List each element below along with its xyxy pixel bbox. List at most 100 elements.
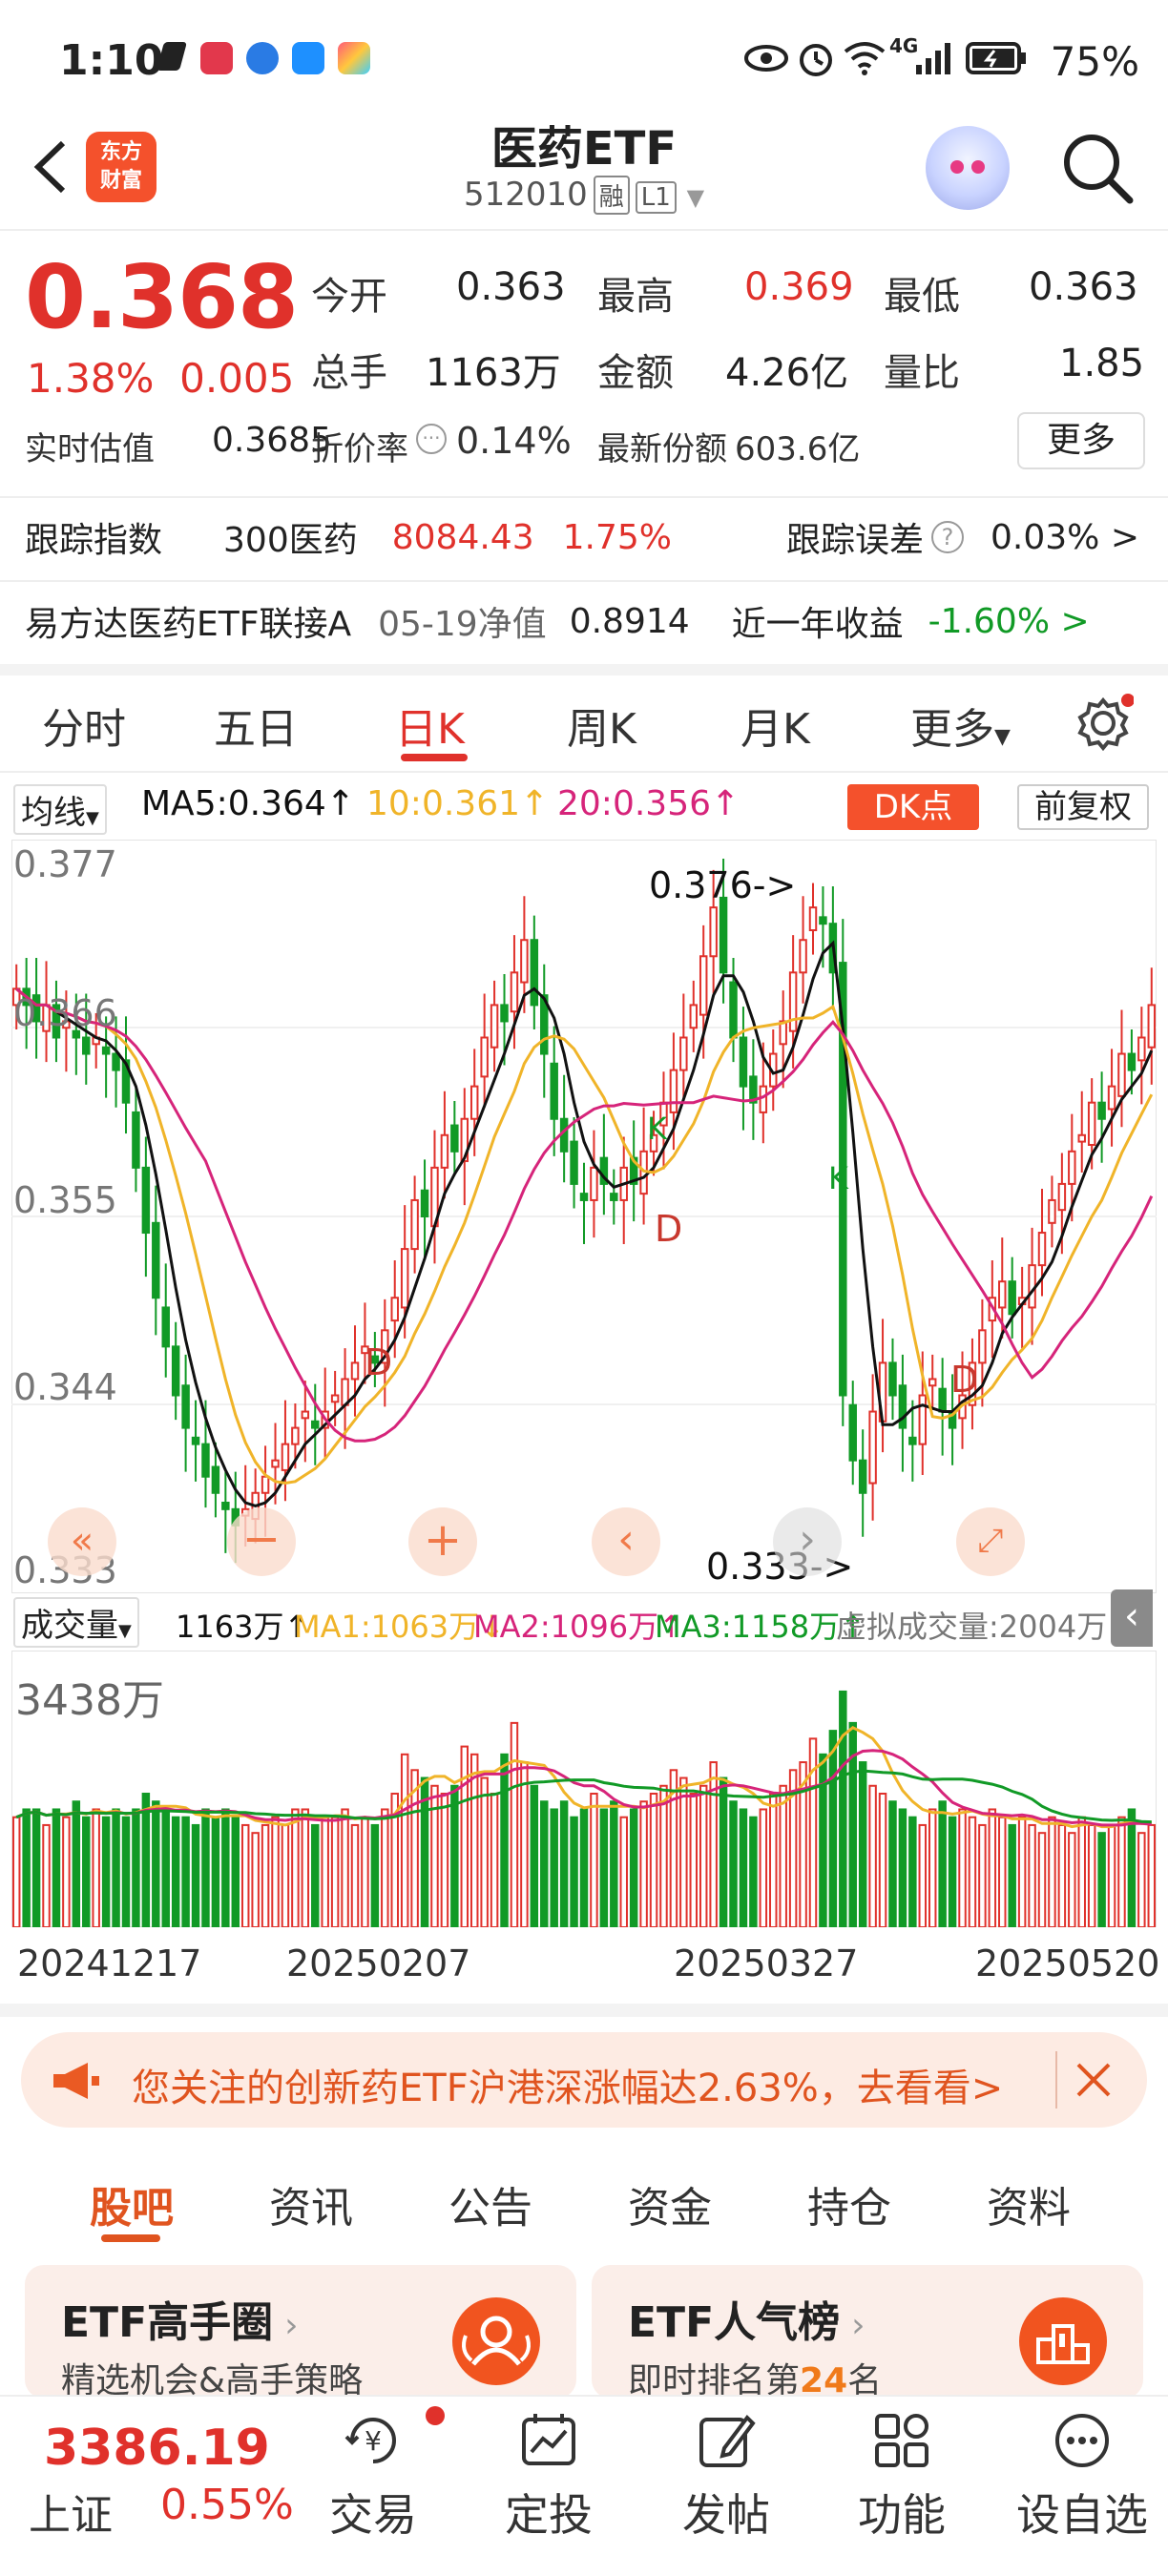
tab-news[interactable]: 资讯 bbox=[269, 2173, 353, 2234]
scroll-left-icon[interactable]: ‹ bbox=[592, 1507, 660, 1576]
card-title-text: ETF人气榜 bbox=[628, 2298, 841, 2347]
fullscreen-icon[interactable]: ⤢ bbox=[956, 1507, 1025, 1576]
nav-trade[interactable]: ¥ 交易 bbox=[311, 2410, 435, 2544]
rewind-icon[interactable]: « bbox=[48, 1507, 116, 1576]
index-value[interactable]: 3386.19 bbox=[44, 2420, 270, 2477]
nav-trade-label: 交易 bbox=[329, 2489, 417, 2541]
zoom-in-icon[interactable]: + bbox=[408, 1507, 477, 1576]
volume-bar bbox=[719, 1776, 728, 1927]
candle-body bbox=[510, 971, 519, 1013]
candle-body bbox=[998, 1280, 1007, 1309]
signal-icon bbox=[916, 43, 950, 74]
search-icon[interactable] bbox=[1059, 130, 1136, 206]
index-name[interactable]: 上证 bbox=[29, 2481, 113, 2542]
section-gap bbox=[0, 2004, 1168, 2017]
tab-monthly-k[interactable]: 月K bbox=[740, 695, 810, 756]
tracking-index-row[interactable]: 跟踪指数 300医药 8084.43 1.75% bbox=[25, 513, 672, 561]
volume-ratio-value: 1.85 bbox=[1059, 342, 1145, 385]
volume-bar bbox=[639, 1800, 648, 1927]
tab-daily-k[interactable]: 日K bbox=[395, 695, 465, 756]
nav-add-watchlist[interactable]: 设自选 bbox=[1015, 2410, 1149, 2544]
volume-bar bbox=[928, 1808, 937, 1927]
volume-bar bbox=[868, 1784, 877, 1927]
candle-body bbox=[152, 1221, 160, 1299]
volume-bar bbox=[1107, 1823, 1116, 1927]
security-code: 512010 bbox=[463, 176, 588, 214]
candle-body bbox=[1107, 1085, 1116, 1111]
amount-value: 4.26亿 bbox=[725, 351, 849, 395]
candle-body bbox=[848, 1403, 857, 1462]
gear-icon[interactable] bbox=[1074, 693, 1134, 752]
candle-body bbox=[978, 1329, 987, 1364]
divider bbox=[0, 496, 1168, 498]
volume-bar bbox=[1127, 1808, 1137, 1927]
d-marker: D bbox=[950, 1359, 979, 1401]
low-value: 0.363 bbox=[1029, 265, 1138, 309]
candle-body bbox=[669, 1069, 678, 1113]
volume-bar bbox=[550, 1808, 558, 1927]
candle-body bbox=[799, 939, 807, 974]
volume-bar bbox=[52, 1808, 61, 1927]
volume-bar bbox=[998, 1816, 1007, 1927]
volume-bar bbox=[191, 1823, 200, 1927]
nav-post[interactable]: 发帖 bbox=[664, 2410, 788, 2544]
tab-forum[interactable]: 股吧 bbox=[90, 2173, 174, 2234]
candlestick-chart[interactable] bbox=[11, 840, 1157, 1593]
volume-bar bbox=[1017, 1816, 1027, 1927]
volume-bar bbox=[251, 1832, 260, 1927]
candle-body bbox=[480, 1036, 489, 1078]
candle-body bbox=[1087, 1101, 1096, 1147]
tab-more[interactable]: 更多▼ bbox=[910, 695, 1011, 756]
nav-functions[interactable]: 功能 bbox=[840, 2410, 964, 2544]
assistant-robot-icon[interactable] bbox=[926, 126, 1010, 210]
k-marker: K bbox=[647, 1111, 667, 1147]
expert-circle-icon bbox=[452, 2297, 540, 2385]
tab-weekly-k[interactable]: 周K bbox=[567, 695, 636, 756]
candle-body bbox=[1057, 1182, 1067, 1212]
linked-nav-value: 0.8914 bbox=[569, 601, 690, 641]
zoom-out-icon[interactable]: − bbox=[227, 1507, 296, 1576]
candle-body bbox=[1097, 1101, 1106, 1120]
tab-five-day[interactable]: 五日 bbox=[214, 695, 298, 756]
dk-point-button[interactable]: DK点 bbox=[847, 784, 979, 830]
volume-bar bbox=[510, 1721, 519, 1927]
volume-bar bbox=[649, 1793, 658, 1927]
collapse-panel-icon[interactable]: ‹ bbox=[1111, 1589, 1153, 1647]
tab-announcements[interactable]: 公告 bbox=[448, 2173, 532, 2234]
indicator-selector[interactable]: 均线▼ bbox=[13, 784, 107, 835]
share-label: 最新份额 bbox=[597, 430, 727, 468]
volume-bar bbox=[171, 1816, 180, 1927]
linked-fund-row[interactable]: 易方达医药ETF联接A 05-19净值 0.8914 近一年收益 -1.60% … bbox=[25, 597, 1090, 645]
app-notification-icon bbox=[246, 42, 279, 74]
candle-body bbox=[1137, 1036, 1146, 1062]
volume-bar bbox=[281, 1823, 290, 1927]
tracking-error-row[interactable]: 跟踪误差 ? 0.03% > bbox=[786, 513, 1139, 561]
candle-body bbox=[928, 1378, 937, 1387]
d-marker: D bbox=[655, 1208, 683, 1250]
x-tick-label: 20250520 bbox=[975, 1942, 1160, 1984]
tab-holdings[interactable]: 持仓 bbox=[807, 2173, 891, 2234]
tab-capital[interactable]: 资金 bbox=[628, 2173, 712, 2234]
tab-profile[interactable]: 资料 bbox=[987, 2173, 1071, 2234]
adjust-button[interactable]: 前复权 bbox=[1017, 784, 1149, 830]
nav-fixed-invest[interactable]: 定投 bbox=[487, 2410, 611, 2544]
nav-add-watchlist-label: 设自选 bbox=[1016, 2489, 1148, 2541]
volume-chart[interactable] bbox=[11, 1651, 1157, 1927]
volume-indicator-selector[interactable]: 成交量▼ bbox=[13, 1597, 139, 1648]
more-button[interactable]: 更多 bbox=[1017, 412, 1145, 469]
candle-body bbox=[161, 1306, 170, 1348]
d-marker: D bbox=[365, 1341, 393, 1383]
candle-body bbox=[271, 1459, 280, 1468]
card-title: ETF高手圈 › bbox=[61, 2288, 299, 2349]
close-icon[interactable] bbox=[1073, 2059, 1115, 2101]
index-pct[interactable]: 0.55% bbox=[160, 2481, 294, 2529]
tracking-index-name: 300医药 bbox=[223, 521, 358, 560]
tracking-index-value: 8084.43 bbox=[391, 517, 534, 557]
notification-dot bbox=[426, 2406, 445, 2425]
tab-intraday[interactable]: 分时 bbox=[42, 695, 126, 756]
candle-body bbox=[1077, 1133, 1086, 1143]
volume-bar bbox=[530, 1784, 539, 1927]
scroll-right-icon[interactable]: › bbox=[773, 1507, 842, 1576]
info-icon[interactable]: ··· bbox=[416, 424, 447, 454]
volume-bar bbox=[1057, 1823, 1067, 1927]
